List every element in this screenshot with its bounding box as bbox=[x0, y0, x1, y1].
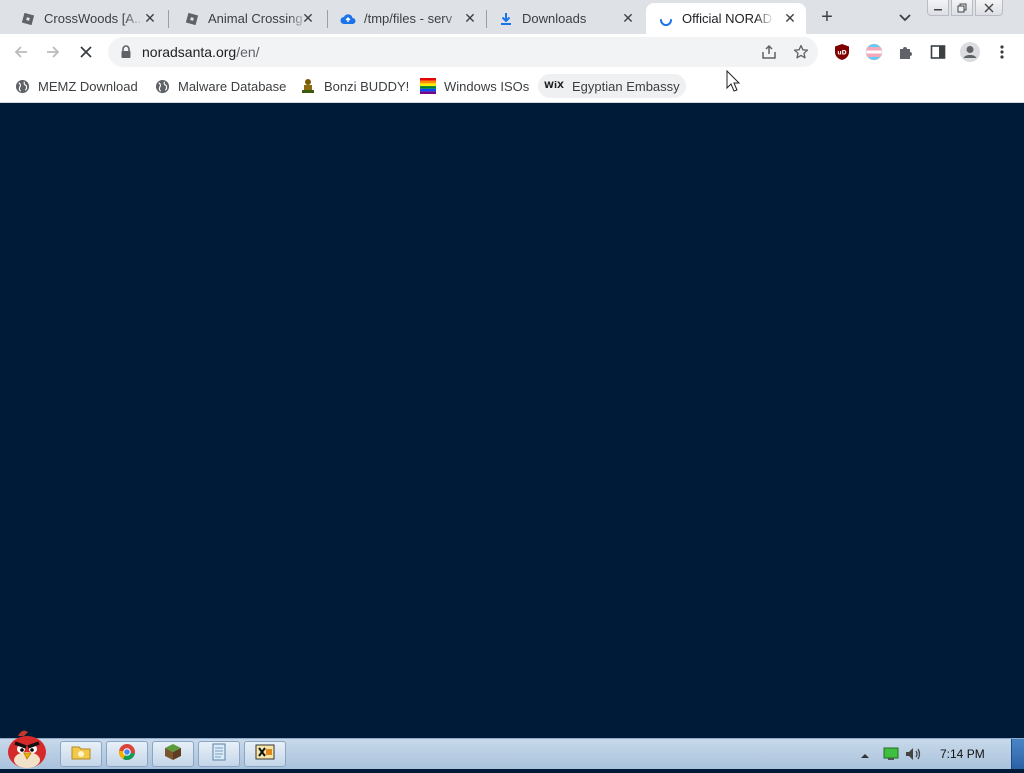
close-icon[interactable]: ✕ bbox=[782, 10, 798, 26]
start-button[interactable] bbox=[4, 728, 50, 768]
tab-title: CrossWoods [A... bbox=[44, 11, 144, 26]
mouse-cursor bbox=[726, 69, 744, 101]
profile-avatar-icon[interactable] bbox=[959, 41, 981, 63]
bookmark-memz-download[interactable]: MEMZ Download bbox=[14, 74, 138, 98]
wix-icon: WiX bbox=[544, 78, 564, 94]
roblox-icon bbox=[20, 11, 36, 27]
kebab-menu-icon[interactable] bbox=[993, 43, 1011, 61]
download-icon bbox=[498, 11, 514, 27]
url-text[interactable]: noradsanta.org/en/ bbox=[142, 44, 260, 60]
tab-title: Downloads bbox=[522, 11, 587, 26]
tab-title: Official NORAD bbox=[682, 11, 773, 26]
globe-icon bbox=[154, 78, 170, 94]
restore-button[interactable] bbox=[951, 0, 973, 16]
taskbar-clock[interactable]: 7:14 PM bbox=[940, 747, 985, 761]
show-desktop-button[interactable] bbox=[1011, 739, 1024, 769]
new-tab-button[interactable]: + bbox=[816, 6, 838, 28]
loading-spinner-icon bbox=[658, 11, 674, 27]
tab-norad[interactable]: Official NORAD ✕ bbox=[646, 3, 806, 34]
page-content[interactable] bbox=[0, 103, 1024, 738]
bookmark-label: Bonzi BUDDY! bbox=[324, 78, 410, 94]
close-icon[interactable]: ✕ bbox=[142, 10, 158, 26]
tab-animal-crossing[interactable]: Animal Crossing ✕ bbox=[164, 3, 324, 34]
notepad-taskbar-button[interactable] bbox=[198, 741, 240, 767]
bookmark-bonzi-buddy[interactable]: Bonzi BUDDY! bbox=[300, 74, 409, 98]
bookmark-star-icon[interactable] bbox=[792, 43, 810, 61]
lock-icon[interactable] bbox=[120, 45, 132, 64]
minimize-button[interactable] bbox=[927, 0, 949, 16]
bonzi-icon bbox=[300, 78, 316, 94]
minecraft-icon bbox=[164, 743, 182, 766]
bookmark-malware-database[interactable]: Malware Database bbox=[154, 74, 286, 98]
tab-tmp-files[interactable]: /tmp/files - serv ✕ bbox=[320, 3, 486, 34]
rainbow-flag-icon bbox=[420, 78, 436, 94]
ublock-origin-icon[interactable]: uD bbox=[833, 43, 851, 61]
ublock-label: uD bbox=[837, 50, 846, 57]
xming-taskbar-button[interactable] bbox=[244, 741, 286, 767]
folder-icon bbox=[71, 743, 91, 766]
share-icon[interactable] bbox=[760, 43, 778, 61]
browser-toolbar: noradsanta.org/en/ uD bbox=[0, 34, 1024, 70]
bookmark-label: MEMZ Download bbox=[38, 78, 138, 94]
tab-strip: CrossWoods [A... ✕ Animal Crossing ✕ /tm… bbox=[0, 0, 1024, 34]
address-bar[interactable]: noradsanta.org/en/ bbox=[108, 37, 818, 67]
url-path: /en/ bbox=[236, 44, 260, 60]
tray-expand-icon[interactable] bbox=[860, 748, 870, 766]
chrome-icon bbox=[118, 743, 136, 766]
chrome-taskbar-button[interactable] bbox=[106, 741, 148, 767]
stop-loading-button[interactable] bbox=[75, 41, 97, 63]
close-window-button[interactable] bbox=[975, 0, 1003, 16]
wix-label: WiX bbox=[544, 81, 564, 91]
close-icon[interactable]: ✕ bbox=[462, 10, 478, 26]
bookmark-label: Egyptian Embassy bbox=[572, 78, 680, 94]
notepad-icon bbox=[211, 743, 227, 766]
close-icon[interactable]: ✕ bbox=[620, 10, 636, 26]
bookmark-label: Windows ISOs bbox=[444, 78, 530, 94]
bookmark-egyptian-embassy[interactable]: WiX Egyptian Embassy bbox=[538, 74, 686, 98]
tab-title: Animal Crossing bbox=[208, 11, 303, 26]
tab-title: /tmp/files - serv bbox=[364, 11, 453, 26]
angry-bird-icon bbox=[8, 730, 46, 768]
forward-button[interactable] bbox=[42, 41, 64, 63]
bookmark-windows-isos[interactable]: Windows ISOs bbox=[420, 74, 529, 98]
volume-icon[interactable] bbox=[905, 747, 923, 766]
extensions-puzzle-icon[interactable] bbox=[897, 43, 915, 61]
url-host: noradsanta.org bbox=[142, 44, 237, 60]
tab-downloads[interactable]: Downloads ✕ bbox=[478, 3, 644, 34]
xming-icon bbox=[255, 744, 275, 765]
minecraft-taskbar-button[interactable] bbox=[152, 741, 194, 767]
back-button[interactable] bbox=[10, 41, 32, 63]
bookmark-label: Malware Database bbox=[178, 78, 287, 94]
close-icon[interactable]: ✕ bbox=[300, 10, 316, 26]
bookmarks-bar: MEMZ Download Malware Database Bonzi BUD… bbox=[0, 70, 1024, 103]
globe-icon bbox=[14, 78, 30, 94]
trans-flag-extension-icon[interactable] bbox=[865, 43, 883, 61]
network-icon[interactable] bbox=[883, 747, 899, 766]
roblox-icon bbox=[184, 11, 200, 27]
side-panel-icon[interactable] bbox=[929, 43, 947, 61]
tab-crosswoods[interactable]: CrossWoods [A... ✕ bbox=[0, 3, 166, 34]
cloud-upload-icon bbox=[340, 11, 356, 27]
window-controls bbox=[927, 0, 1005, 16]
chevron-down-icon[interactable] bbox=[896, 8, 914, 26]
explorer-taskbar-button[interactable] bbox=[60, 741, 102, 767]
taskbar: 7:14 PM bbox=[0, 738, 1024, 769]
